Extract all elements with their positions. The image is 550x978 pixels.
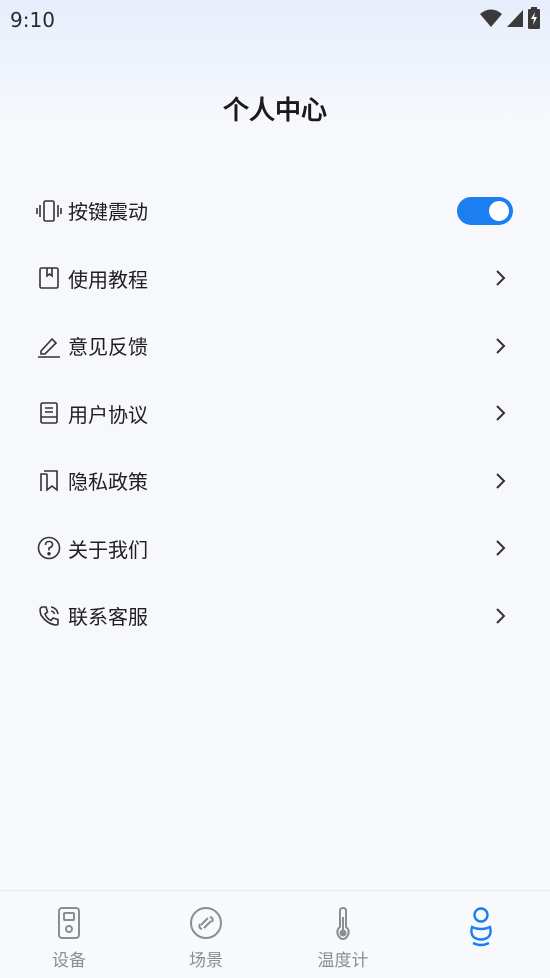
page-title: 个人中心 (222, 96, 327, 126)
vibrate-icon (36, 198, 62, 224)
tab-label: 场景 (189, 951, 223, 971)
chevron-right-icon (496, 405, 506, 421)
vibration-toggle[interactable] (457, 196, 513, 225)
tab-profile[interactable] (412, 891, 550, 978)
menu-label: 用户协议 (68, 402, 148, 427)
scene-icon (190, 907, 222, 939)
chevron-right-icon (496, 540, 506, 556)
tab-thermometer[interactable]: 温度计 (274, 891, 412, 978)
wifi-icon (480, 9, 502, 27)
pencil-icon (36, 333, 62, 359)
tab-device[interactable]: 设备 (0, 891, 138, 978)
bottom-tab-bar: 设备 场景 温度计 (0, 890, 550, 978)
status-icons (480, 7, 540, 29)
header: 个人中心 (0, 56, 550, 126)
signal-icon (507, 10, 523, 27)
settings-list: 按键震动 使用教程 意见反馈 用户协议 隐私政策 关于我们 联系客服 (0, 177, 550, 650)
menu-item-privacy-policy[interactable]: 隐私政策 (0, 447, 550, 515)
chevron-right-icon (496, 608, 506, 624)
status-time: 9:10 (10, 8, 55, 32)
menu-label: 联系客服 (68, 605, 148, 630)
profile-icon (470, 907, 492, 947)
menu-item-user-agreement[interactable]: 用户协议 (0, 380, 550, 448)
document-icon (36, 400, 62, 426)
device-icon (58, 907, 80, 939)
menu-label: 使用教程 (68, 267, 148, 292)
thermometer-icon (336, 906, 350, 941)
chevron-right-icon (496, 338, 506, 354)
menu-label: 意见反馈 (68, 335, 148, 360)
question-circle-icon (36, 535, 62, 561)
bookmark-book-icon (36, 265, 62, 291)
phone-icon (36, 603, 62, 629)
menu-item-feedback[interactable]: 意见反馈 (0, 312, 550, 380)
menu-item-tutorial[interactable]: 使用教程 (0, 245, 550, 313)
chevron-right-icon (496, 473, 506, 489)
menu-label: 关于我们 (68, 537, 148, 562)
tab-label: 温度计 (317, 951, 369, 971)
pages-icon (36, 468, 62, 494)
status-bar: 9:10 (0, 0, 550, 56)
tab-scene[interactable]: 场景 (137, 891, 275, 978)
menu-item-vibration[interactable]: 按键震动 (0, 177, 550, 245)
menu-label: 隐私政策 (68, 470, 148, 495)
menu-item-about-us[interactable]: 关于我们 (0, 515, 550, 583)
battery-icon (528, 7, 540, 29)
menu-item-customer-service[interactable]: 联系客服 (0, 582, 550, 650)
menu-label: 按键震动 (68, 200, 148, 225)
tab-label: 设备 (52, 951, 86, 971)
toggle-knob (489, 200, 509, 221)
chevron-right-icon (496, 270, 506, 286)
